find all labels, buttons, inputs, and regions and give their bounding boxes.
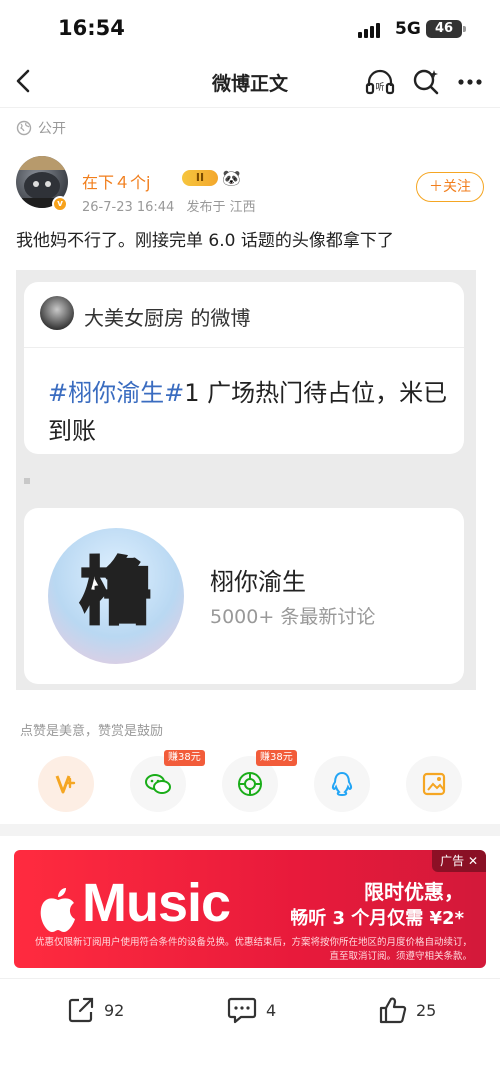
reward-button[interactable] <box>38 756 94 812</box>
bottom-action-bar: 92 4 25 <box>0 978 500 1038</box>
image-card-header: 大美女厨房 的微博 <box>24 282 464 348</box>
globe-icon <box>16 120 32 136</box>
share-row: 赚38元 赚38元 <box>0 750 500 816</box>
encourage-text: 点赞是美意，赞赏是鼓励 <box>20 724 164 739</box>
wechat-earn-tag: 赚38元 <box>164 750 205 766</box>
comment-icon <box>227 997 257 1024</box>
share-qq-button[interactable] <box>314 756 370 812</box>
image-weibo-card: 大美女厨房 的微博 #栩你渝生#1 广场热门待占位，米已到账 <box>24 282 464 454</box>
image-author-avatar <box>40 296 74 330</box>
moments-earn-tag: 赚38元 <box>256 750 297 766</box>
wechat-icon <box>145 774 171 794</box>
ad-banner[interactable]: 广告 ✕ Music 限时优惠， 畅听 3 个月仅需 ¥2* 优惠仅限新订阅用户… <box>14 850 486 968</box>
post-location: 发布于 江西 <box>186 200 256 215</box>
like-count: 25 <box>416 1000 437 1020</box>
follow-button[interactable]: ＋关注 <box>416 172 484 202</box>
image-post-text: #栩你渝生#1 广场热门待占位，米已到账 <box>48 374 448 450</box>
battery-icon: 46 <box>426 20 462 38</box>
moments-icon <box>238 772 262 796</box>
status-time: 16:54 <box>58 16 125 40</box>
post-image[interactable]: 大美女厨房 的微博 #栩你渝生#1 广场热门待占位，米已到账 橹 栩你渝生 50… <box>16 270 476 690</box>
post-meta: 26-7-23 16:44 发布于 江西 <box>82 196 256 215</box>
comment-action[interactable]: 4 <box>226 995 276 1025</box>
apple-logo-icon <box>40 888 75 932</box>
like-icon <box>379 997 407 1024</box>
level-badge: II <box>182 170 218 186</box>
visibility-row: 公开 <box>16 118 66 138</box>
search-icon[interactable] <box>410 66 442 98</box>
comment-count: 4 <box>266 1000 277 1020</box>
topic-glyph: 橹 <box>78 550 153 634</box>
back-icon[interactable] <box>10 66 40 96</box>
ad-close-label[interactable]: 广告 ✕ <box>432 850 486 872</box>
verified-badge: v <box>52 196 68 212</box>
save-image-button[interactable] <box>406 756 462 812</box>
section-divider <box>0 824 500 836</box>
ad-title-line1: 限时优惠， <box>364 880 464 904</box>
panda-emoji: 🐼 <box>222 169 241 187</box>
topic-name: 栩你渝生 <box>210 568 306 596</box>
svg-text:听: 听 <box>375 82 384 93</box>
more-icon[interactable] <box>454 66 486 98</box>
signal-icon <box>358 22 380 38</box>
status-bar: 16:54 5G 46 <box>0 0 500 56</box>
topic-count: 5000+ 条最新讨论 <box>210 606 376 628</box>
image-hashtag: #栩你渝生# <box>48 379 185 407</box>
ad-fine-print: 优惠仅限新订阅用户使用符合条件的设备兑换。优惠结束后，方案将按你所在地区的月度价… <box>34 937 472 962</box>
listen-icon[interactable]: 听 <box>364 66 396 98</box>
author-name[interactable]: 在下４个j <box>82 169 150 193</box>
ad-logo-text: Music <box>82 873 231 933</box>
topic-avatar: 橹 <box>48 528 184 664</box>
ad-title-line2: 畅听 3 个月仅需 ¥2* <box>290 908 464 929</box>
reward-icon <box>55 775 76 794</box>
nav-bar: 微博正文 听 <box>0 56 500 108</box>
repost-action[interactable]: 92 <box>66 995 124 1025</box>
network-label: 5G <box>395 19 421 39</box>
image-save-icon <box>422 772 446 796</box>
image-author-line: 大美女厨房 的微博 <box>84 306 251 330</box>
image-topic-card: 橹 栩你渝生 5000+ 条最新讨论 <box>24 508 464 684</box>
battery-cap <box>463 26 466 32</box>
post-date: 26-7-23 16:44 <box>82 200 175 215</box>
visibility-label: 公开 <box>38 121 66 137</box>
post-text: 我他妈不行了。刚接完单 6.0 话题的头像都拿下了 <box>16 231 394 251</box>
repost-icon <box>68 997 94 1023</box>
like-action[interactable]: 25 <box>378 995 436 1025</box>
post-header: v 在下４个j II 🐼 26-7-23 16:44 发布于 江西 ＋关注 <box>16 156 486 216</box>
image-divider-mark <box>24 478 30 484</box>
qq-icon <box>331 771 353 797</box>
repost-count: 92 <box>104 1000 125 1020</box>
